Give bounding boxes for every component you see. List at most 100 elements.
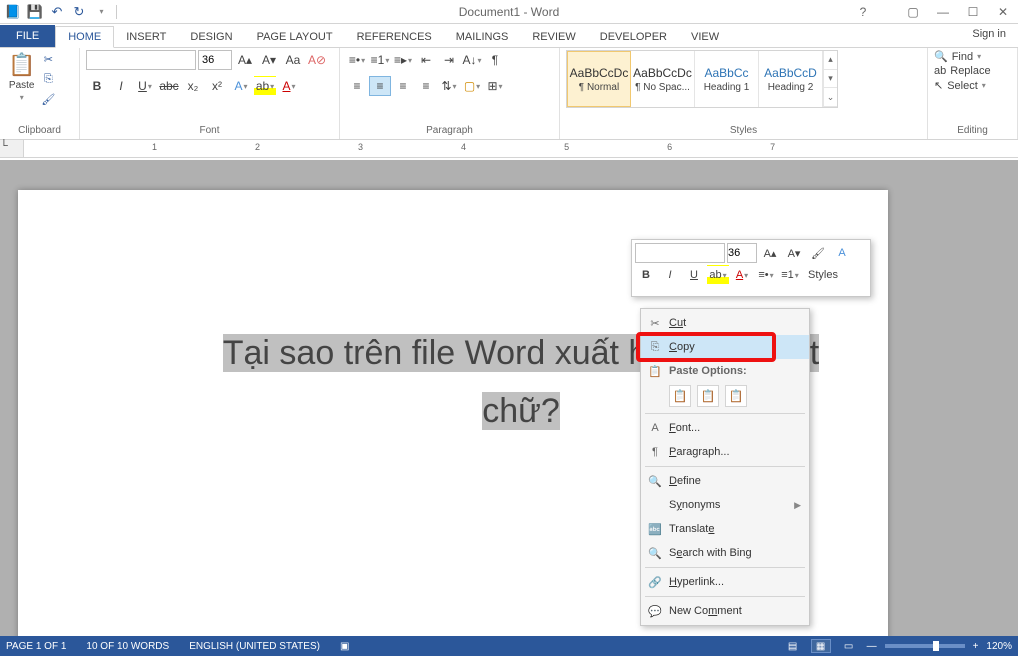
show-marks-button[interactable]: ¶: [484, 50, 506, 70]
menu-font[interactable]: AFont...: [641, 416, 809, 440]
mini-font-size-input[interactable]: [727, 243, 757, 263]
horizontal-ruler[interactable]: 1234567: [24, 140, 1018, 157]
menu-copy[interactable]: ⎘Copy: [641, 335, 809, 359]
view-print-layout[interactable]: ▦: [811, 639, 831, 653]
tab-view[interactable]: VIEW: [679, 27, 731, 47]
shading-button[interactable]: ▢: [461, 76, 483, 96]
format-painter-icon[interactable]: 🖌: [39, 90, 57, 108]
grow-font-icon[interactable]: A▴: [234, 50, 256, 70]
mini-bullets[interactable]: ≡•: [755, 265, 777, 285]
mini-format-painter[interactable]: 🖌: [807, 243, 829, 263]
style-no-spacing[interactable]: AaBbCcDc¶ No Spac...: [631, 51, 695, 107]
menu-paragraph[interactable]: ¶Paragraph...: [641, 440, 809, 464]
mini-italic[interactable]: I: [659, 265, 681, 285]
qat-dropdown[interactable]: [92, 3, 110, 21]
mini-highlight[interactable]: ab: [707, 265, 729, 285]
borders-button[interactable]: ⊞: [484, 76, 506, 96]
shrink-font-icon[interactable]: A▾: [258, 50, 280, 70]
tab-developer[interactable]: DEVELOPER: [588, 27, 679, 47]
tab-insert[interactable]: INSERT: [114, 27, 178, 47]
italic-button[interactable]: I: [110, 76, 132, 96]
paste-text-only-icon[interactable]: 📋: [725, 385, 747, 407]
menu-hyperlink[interactable]: 🔗Hyperlink...: [641, 570, 809, 594]
redo-icon[interactable]: ↻: [70, 3, 88, 21]
align-center-button[interactable]: ≡: [369, 76, 391, 96]
font-name-input[interactable]: [86, 50, 196, 70]
mini-underline[interactable]: U: [683, 265, 705, 285]
font-size-input[interactable]: [198, 50, 232, 70]
replace-button[interactable]: abReplace: [934, 65, 991, 77]
style-normal[interactable]: AaBbCcDc¶ Normal: [567, 51, 631, 107]
zoom-slider[interactable]: [885, 644, 965, 648]
underline-button[interactable]: U: [134, 76, 156, 96]
paste-merge-icon[interactable]: 📋: [697, 385, 719, 407]
menu-search-bing[interactable]: 🔍Search with Bing: [641, 541, 809, 565]
mini-bold[interactable]: B: [635, 265, 657, 285]
style-heading-1[interactable]: AaBbCcHeading 1: [695, 51, 759, 107]
bold-button[interactable]: B: [86, 76, 108, 96]
multilevel-list-button[interactable]: ≡▸: [392, 50, 414, 70]
view-read-mode[interactable]: ▤: [783, 639, 803, 653]
status-language[interactable]: ENGLISH (UNITED STATES): [189, 641, 320, 652]
sort-button[interactable]: A↓: [461, 50, 483, 70]
styles-gallery[interactable]: AaBbCcDc¶ Normal AaBbCcDc¶ No Spac... Aa…: [566, 50, 838, 108]
numbering-button[interactable]: ≡1: [369, 50, 391, 70]
zoom-out[interactable]: —: [867, 641, 877, 652]
tab-file[interactable]: FILE: [0, 25, 55, 47]
highlight-button[interactable]: ab: [254, 76, 276, 96]
font-color-button[interactable]: A: [278, 76, 300, 96]
maximize-icon[interactable]: ☐: [958, 1, 988, 23]
change-case-icon[interactable]: Aa: [282, 50, 304, 70]
bullets-button[interactable]: ≡•: [346, 50, 368, 70]
menu-synonyms[interactable]: Synonyms▶: [641, 493, 809, 517]
justify-button[interactable]: ≡: [415, 76, 437, 96]
copy-icon[interactable]: ⎘: [39, 70, 57, 88]
tab-review[interactable]: REVIEW: [520, 27, 587, 47]
menu-define[interactable]: 🔍Define: [641, 469, 809, 493]
menu-cut[interactable]: ✂Cut: [641, 311, 809, 335]
mini-numbering[interactable]: ≡1: [779, 265, 801, 285]
mini-font-color[interactable]: A: [731, 265, 753, 285]
macro-icon[interactable]: ▣: [340, 641, 349, 652]
mini-font-name-input[interactable]: [635, 243, 725, 263]
close-icon[interactable]: ✕: [988, 1, 1018, 23]
decrease-indent-button[interactable]: ⇤: [415, 50, 437, 70]
ribbon-display-icon[interactable]: ▢: [898, 1, 928, 23]
status-word-count[interactable]: 10 OF 10 WORDS: [86, 641, 169, 652]
sign-in-link[interactable]: Sign in: [972, 28, 1006, 40]
mini-styles-button[interactable]: A: [831, 243, 853, 263]
tab-references[interactable]: REFERENCES: [345, 27, 444, 47]
align-right-button[interactable]: ≡: [392, 76, 414, 96]
mini-shrink-font[interactable]: A▾: [783, 243, 805, 263]
menu-new-comment[interactable]: 💬New Comment: [641, 599, 809, 623]
cut-icon[interactable]: ✂: [39, 50, 57, 68]
tab-design[interactable]: DESIGN: [178, 27, 244, 47]
undo-icon[interactable]: ↶: [48, 3, 66, 21]
minimize-icon[interactable]: —: [928, 1, 958, 23]
paste-keep-source-icon[interactable]: 📋: [669, 385, 691, 407]
superscript-button[interactable]: x²: [206, 76, 228, 96]
menu-translate[interactable]: 🔤Translate: [641, 517, 809, 541]
status-page[interactable]: PAGE 1 OF 1: [6, 641, 66, 652]
text-effects-button[interactable]: A: [230, 76, 252, 96]
tab-page-layout[interactable]: PAGE LAYOUT: [245, 27, 345, 47]
find-button[interactable]: 🔍Find▾: [934, 50, 991, 63]
clear-formatting-icon[interactable]: A⊘: [306, 50, 328, 70]
styles-scroll[interactable]: ▴▾⌄: [823, 51, 837, 107]
zoom-level[interactable]: 120%: [986, 641, 1012, 652]
help-icon[interactable]: ?: [848, 1, 878, 23]
line-spacing-button[interactable]: ⇅: [438, 76, 460, 96]
paste-button[interactable]: 📋 Paste ▾: [8, 52, 35, 102]
subscript-button[interactable]: x₂: [182, 76, 204, 96]
save-icon[interactable]: 💾: [26, 3, 44, 21]
view-web-layout[interactable]: ▭: [839, 639, 859, 653]
mini-grow-font[interactable]: A▴: [759, 243, 781, 263]
tab-mailings[interactable]: MAILINGS: [444, 27, 521, 47]
zoom-in[interactable]: +: [973, 641, 979, 652]
style-heading-2[interactable]: AaBbCcDHeading 2: [759, 51, 823, 107]
strikethrough-button[interactable]: abc: [158, 76, 180, 96]
tab-home[interactable]: HOME: [55, 26, 114, 48]
increase-indent-button[interactable]: ⇥: [438, 50, 460, 70]
align-left-button[interactable]: ≡: [346, 76, 368, 96]
select-button[interactable]: ↖Select▾: [934, 79, 991, 92]
